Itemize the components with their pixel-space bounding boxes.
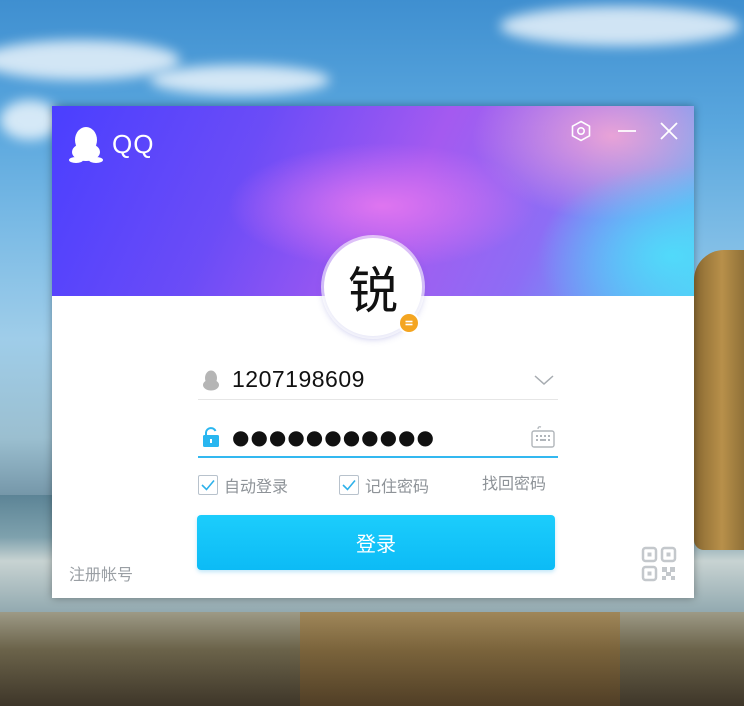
register-account-link[interactable]: 注册帐号 [69,561,133,585]
auto-login-option[interactable]: 自动登录 [198,473,288,497]
brand: QQ [68,122,154,166]
remember-password-label: 记住密码 [365,477,430,496]
close-icon[interactable] [658,120,680,142]
brand-text: QQ [112,128,155,159]
chevron-down-icon[interactable] [532,368,556,392]
auto-login-label: 自动登录 [224,477,289,496]
status-lines-icon [405,320,413,326]
lock-icon [203,427,219,447]
cliff [694,250,744,550]
settings-icon[interactable] [570,120,592,142]
qq-penguin-icon [69,127,103,163]
cloud [500,6,740,46]
password-field[interactable]: ●●●●●●●●●●● [198,418,558,458]
password-input[interactable]: ●●●●●●●●●●● [232,425,530,449]
checkmark-icon [342,479,356,491]
remember-password-checkbox[interactable] [339,475,359,495]
user-penguin-icon [203,370,219,390]
keyboard-icon[interactable] [530,424,556,450]
cloud [150,65,330,95]
qq-login-window: QQ 锐 1207198609 ●●●●●●●●●●● 自动登录 记住密码 找回… [52,106,694,598]
minimize-icon[interactable] [616,120,638,142]
cloud [0,40,180,80]
avatar-frame: 锐 [324,238,422,336]
remember-password-option[interactable]: 记住密码 [339,473,429,497]
account-field[interactable]: 1207198609 [198,360,558,400]
qr-code-icon[interactable] [641,546,677,582]
find-password-link[interactable]: 找回密码 [482,473,546,495]
cloud [0,100,60,140]
status-away-icon[interactable] [398,312,420,334]
auto-login-checkbox[interactable] [198,475,218,495]
login-button[interactable]: 登录 [197,515,555,570]
cliff-reflection [300,612,620,706]
account-input[interactable]: 1207198609 [232,366,532,393]
checkmark-icon [201,479,215,491]
